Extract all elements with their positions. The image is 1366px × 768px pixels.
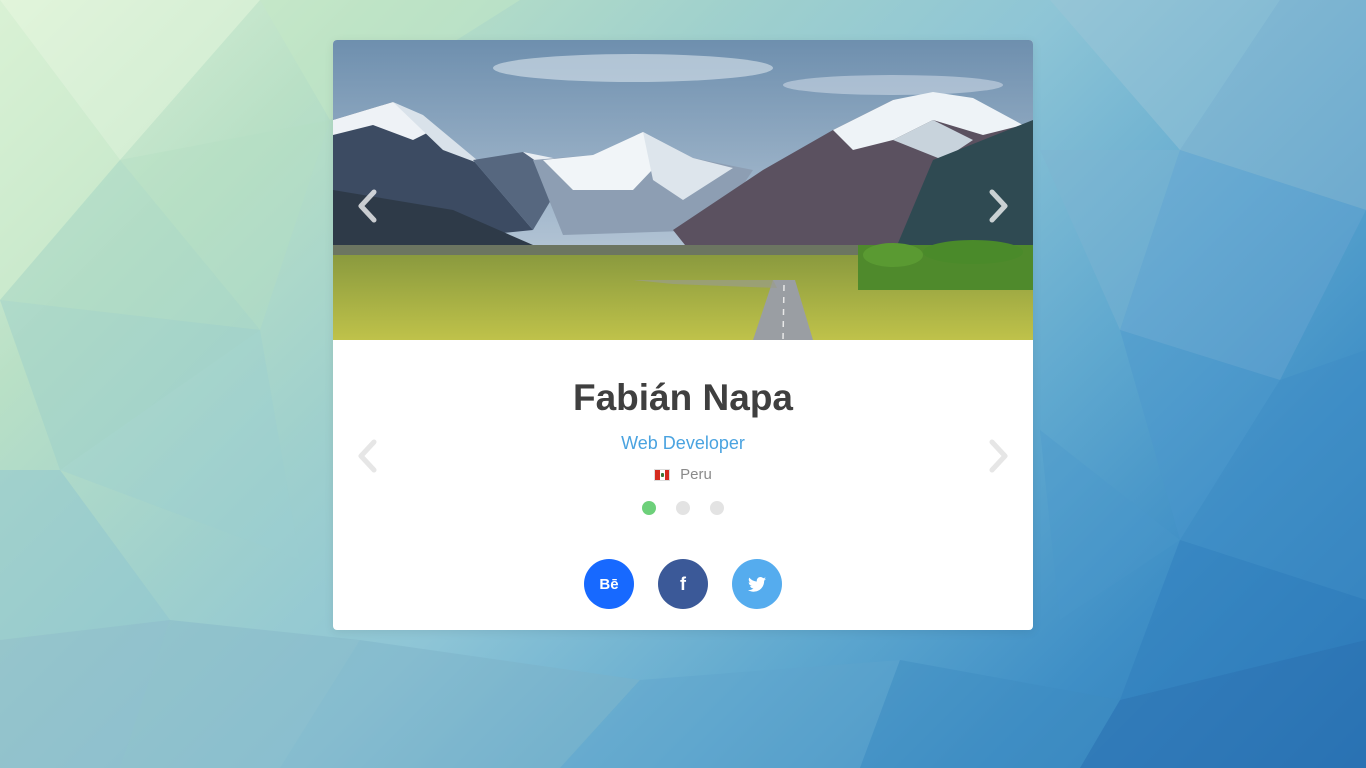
profile-name: Fabián Napa [573,377,793,418]
hero-prev-arrow[interactable] [351,186,383,226]
mountain-landscape-image [333,40,1033,340]
profile-country: Peru [680,466,712,483]
facebook-icon: f [680,573,686,594]
twitter-button[interactable] [732,559,782,609]
peru-flag-icon [654,469,671,481]
carousel-dot-1[interactable] [642,501,656,515]
hero-image [333,40,1033,340]
hero-next-arrow[interactable] [983,186,1015,226]
behance-button[interactable]: Bē [584,559,634,609]
chevron-right-icon [989,189,1008,223]
carousel-dots [333,501,1033,515]
behance-icon: Bē [599,575,619,593]
carousel-dot-3[interactable] [710,501,724,515]
twitter-icon [748,576,766,592]
profile-location: Peru [333,466,1033,484]
chevron-left-icon [358,189,377,223]
carousel-dot-2[interactable] [676,501,690,515]
profile-role: Web Developer [621,433,745,453]
facebook-button[interactable]: f [658,559,708,609]
social-links: Bē f [333,559,1033,609]
profile-card: Fabián Napa Web Developer Peru Bē f [333,40,1033,630]
